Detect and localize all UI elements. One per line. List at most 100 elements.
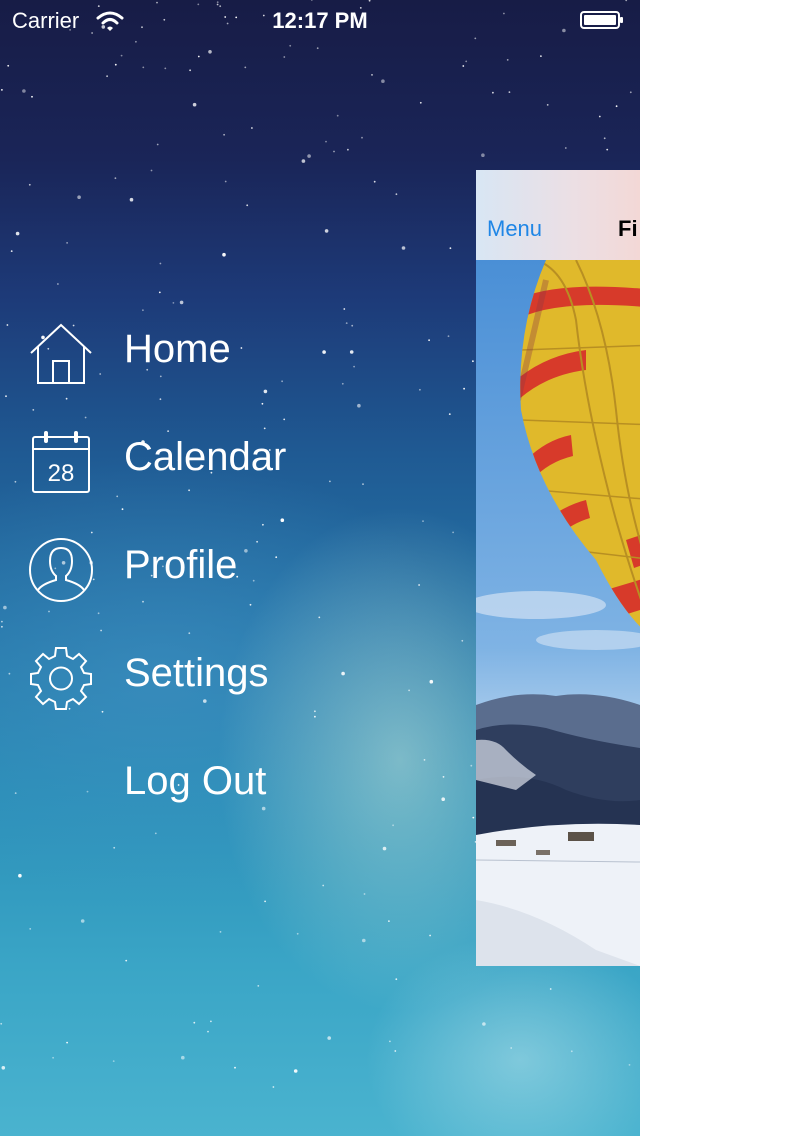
star [0,1022,3,1025]
star [347,148,349,151]
menu-button[interactable]: Menu [487,216,542,242]
star [388,920,390,922]
star [401,246,406,250]
menu-item-label: Settings [124,651,269,695]
star [283,56,286,58]
star [181,1055,185,1060]
star [261,402,264,405]
star [429,934,431,937]
star [546,104,549,106]
star [114,63,117,66]
side-menu-screen: Carrier 12:17 PM Home 28 Calendar Profil… [0,0,640,1136]
star [472,360,474,363]
star [150,169,153,172]
star [389,1040,391,1043]
star [447,335,450,338]
menu-item-label: Calendar [124,435,287,479]
star [129,197,134,202]
star [441,797,446,801]
star [603,137,606,140]
calendar-icon: 28 [32,431,90,493]
star [77,195,81,199]
star [322,884,325,887]
nav-title: Fi [618,216,638,241]
star [1,1066,6,1070]
star [492,91,494,94]
star [219,931,222,933]
star [615,105,618,108]
star [570,1050,573,1053]
star [371,74,373,76]
star [114,177,117,180]
star [234,1066,236,1069]
star [324,229,329,233]
menu-item-settings[interactable]: Settings [0,627,420,727]
star [112,1060,115,1062]
star [159,262,162,265]
star [629,91,632,94]
star [289,44,292,47]
star [125,959,128,962]
star [506,59,509,61]
star [462,65,465,67]
star [606,148,609,151]
star [448,413,451,415]
star [333,150,335,153]
star [482,1022,486,1026]
star [508,91,511,93]
star [549,988,552,990]
star [197,55,200,58]
star [1,620,3,623]
menu-item-label: Log Out [124,759,267,803]
calendar-date-label: 28 [48,460,75,487]
star [422,520,424,522]
star [29,928,32,930]
star [423,759,426,761]
star [598,115,601,118]
star [52,1056,54,1059]
star [419,101,422,104]
star [251,127,253,129]
star [120,54,123,57]
menu-item-label: Profile [124,543,238,587]
main-content-preview[interactable]: Menu Fi [476,170,640,966]
star [31,95,33,98]
status-bar: Carrier 12:17 PM [0,0,640,40]
star [10,250,13,253]
star [15,231,20,236]
star [1,89,3,91]
star [22,89,26,93]
star [461,639,464,642]
menu-item-logout[interactable]: Log Out [0,735,420,835]
menu-item-profile[interactable]: Profile [0,519,420,619]
star [264,900,266,903]
star [382,846,387,851]
star [193,1021,196,1024]
star [465,60,468,63]
star [628,1064,631,1066]
star [164,67,167,70]
star [80,919,85,923]
battery-icon [580,11,623,29]
menu-item-calendar[interactable]: 28 Calendar [0,411,420,511]
star [395,193,398,196]
star [192,102,197,107]
star [452,531,454,534]
star [362,938,366,943]
star [207,1030,209,1033]
star [189,69,192,72]
star [470,764,473,767]
star [210,1020,212,1023]
star [224,180,227,183]
star [463,387,465,390]
menu-item-home[interactable]: Home [0,303,420,403]
star [327,1036,332,1040]
star [18,873,22,878]
profile-icon [29,538,93,602]
star [442,776,445,778]
star [564,147,567,149]
star [66,242,68,244]
star [222,252,226,257]
star [246,204,249,207]
star [57,283,59,285]
